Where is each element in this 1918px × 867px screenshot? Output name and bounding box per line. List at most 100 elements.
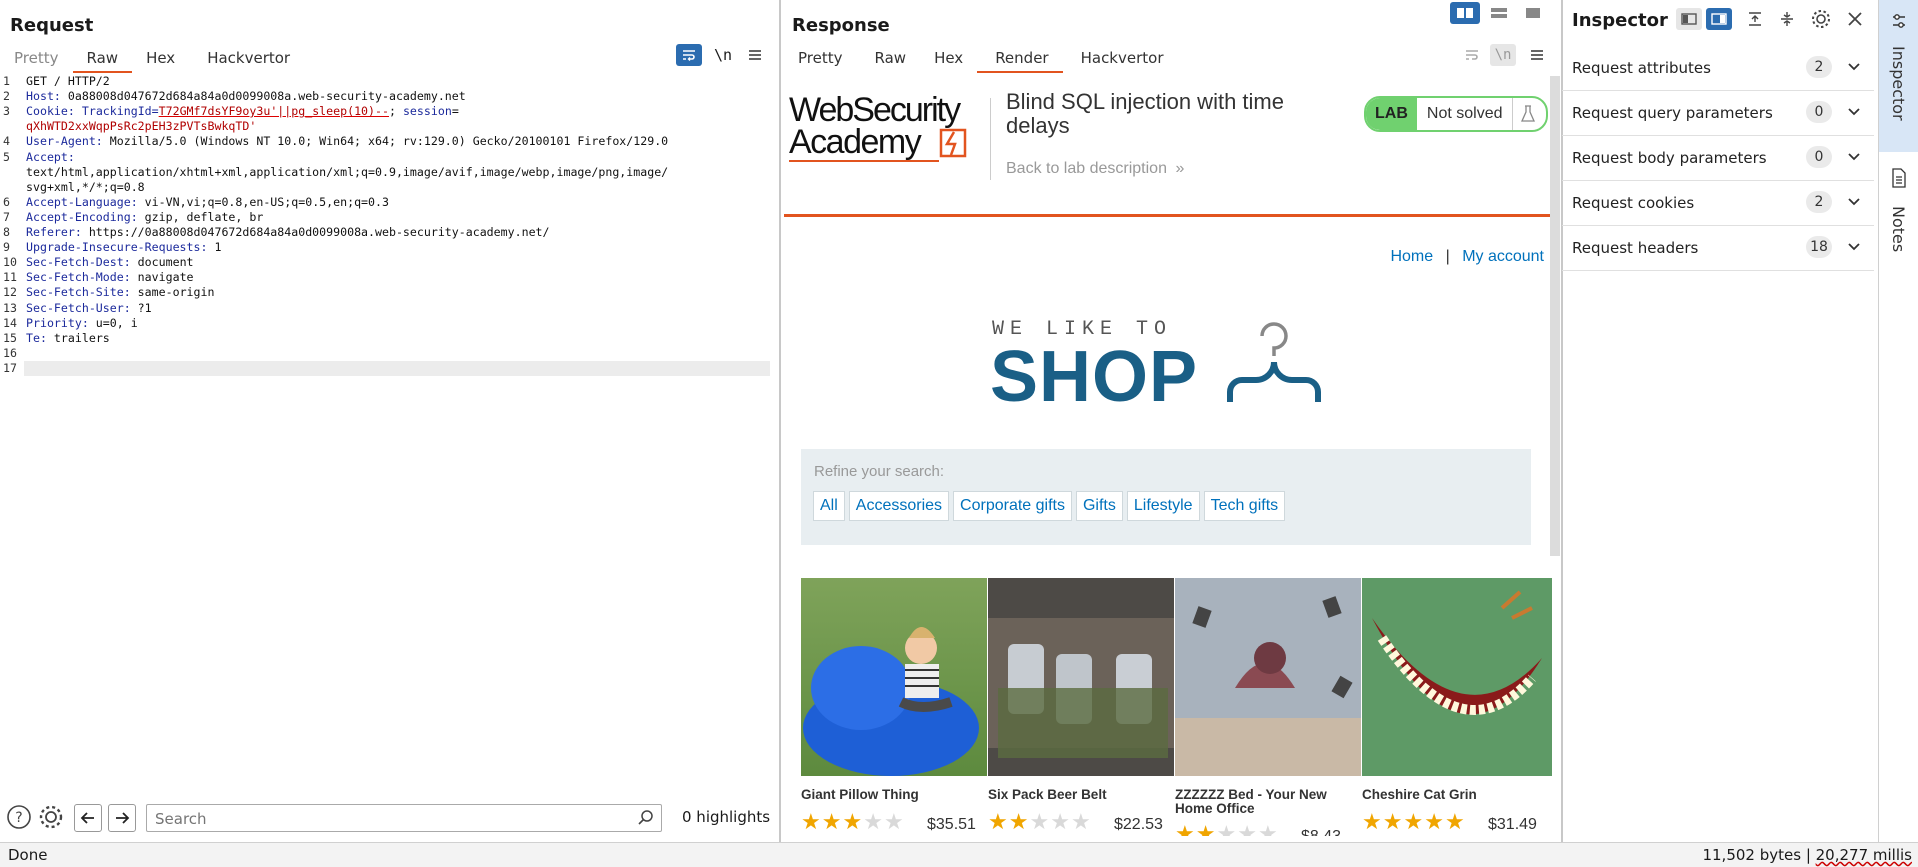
- settings-icon[interactable]: [38, 804, 64, 834]
- count-badge: 0: [1806, 146, 1832, 168]
- filter-gifts[interactable]: Gifts: [1075, 491, 1123, 521]
- header-value: trailers: [46, 330, 110, 345]
- back-link[interactable]: Back to lab description »: [1006, 160, 1184, 178]
- inspector-layout-right-icon[interactable]: [1706, 8, 1732, 30]
- inspector-icon: [1893, 14, 1905, 28]
- payload-text: T72GMf7dsYF9oy3u'||pg_sleep(10)--: [158, 104, 389, 119]
- help-icon[interactable]: ?: [6, 804, 32, 834]
- code-line: Sec-Fetch-Mode: navigate: [26, 270, 194, 285]
- tab-render[interactable]: Render: [977, 45, 1063, 73]
- line-number: 17: [3, 360, 17, 375]
- double-chevron-icon: »: [1175, 160, 1185, 177]
- product-image-cheshire-grin[interactable]: [1362, 578, 1552, 776]
- layout-tabs-icon[interactable]: [1518, 2, 1548, 24]
- product-name[interactable]: ZZZZZZ Bed - Your New Home Office: [1175, 788, 1327, 816]
- tab-pretty[interactable]: Pretty: [784, 45, 857, 71]
- inspector-section[interactable]: Request headers 18: [1562, 226, 1874, 271]
- collapse-all-icon[interactable]: [1774, 8, 1800, 30]
- gear-icon[interactable]: [1808, 8, 1834, 30]
- product-image-pillow[interactable]: [801, 578, 987, 776]
- header-value: ?1: [130, 300, 152, 315]
- line-number: 16: [3, 345, 17, 360]
- tab-raw[interactable]: Raw: [72, 45, 133, 73]
- filter-all[interactable]: All: [813, 491, 845, 521]
- tab-raw[interactable]: Raw: [857, 45, 921, 71]
- inspector-layout-left-icon[interactable]: [1676, 8, 1702, 30]
- search-box[interactable]: [146, 804, 662, 832]
- star-empty-icon: ★: [1070, 810, 1092, 835]
- tab-hex[interactable]: Hex: [920, 45, 977, 71]
- count-badge: 2: [1806, 56, 1832, 78]
- layout-stacked-icon[interactable]: [1484, 2, 1514, 24]
- star-filled-icon: ★: [1195, 822, 1217, 836]
- layout-side-by-side-icon[interactable]: [1450, 2, 1480, 24]
- product-name[interactable]: Cheshire Cat Grin: [1362, 788, 1477, 802]
- search-input[interactable]: [153, 807, 617, 831]
- close-icon[interactable]: [1842, 8, 1868, 30]
- rendered-page: WebSecurity Academy Blind SQL injection …: [784, 74, 1560, 836]
- filter-accessories[interactable]: Accessories: [848, 491, 950, 521]
- header-name: Sec-Fetch-Site:: [26, 285, 131, 300]
- tab-hex[interactable]: Hex: [132, 45, 189, 71]
- code-line: Sec-Fetch-Dest: document: [26, 255, 194, 270]
- header-name: Cookie:: [26, 104, 75, 119]
- inspector-section[interactable]: Request query parameters 0: [1562, 91, 1874, 136]
- inspector-title: Inspector: [1572, 10, 1668, 31]
- inspector-section[interactable]: Request attributes 2: [1562, 46, 1874, 91]
- tab-hackvertor[interactable]: Hackvertor: [189, 45, 304, 71]
- product-image-zzzzzz-bed[interactable]: [1175, 578, 1361, 776]
- code-line: Referer: https://0a88008d047672d684a84a0…: [26, 225, 550, 240]
- code-line: Cookie: TrackingId=T72GMf7dsYF9oy3u'||pg…: [26, 104, 459, 119]
- flask-icon: [1512, 98, 1543, 130]
- product-price: $22.53: [1114, 816, 1163, 833]
- nav-my-account[interactable]: My account: [1462, 248, 1544, 265]
- sidebar-notes-label: Notes: [1889, 206, 1908, 253]
- forward-arrow-icon[interactable]: [108, 804, 136, 832]
- code-line: Sec-Fetch-User: ?1: [26, 301, 152, 316]
- wrap-lines-icon[interactable]: [1459, 44, 1485, 66]
- line-number: 5: [3, 149, 10, 164]
- sidebar-tab-notes[interactable]: Notes: [1879, 162, 1918, 272]
- newline-toggle[interactable]: \n: [714, 46, 732, 64]
- filter-corporate-gifts[interactable]: Corporate gifts: [953, 491, 1072, 521]
- sidebar-tab-inspector[interactable]: Inspector: [1879, 0, 1918, 152]
- product-image-beer-belt[interactable]: [988, 578, 1174, 776]
- back-arrow-icon[interactable]: [74, 804, 102, 832]
- header-name: Referer:: [26, 225, 82, 239]
- render-scrollbar[interactable]: [1550, 76, 1560, 556]
- product-rating: ★★★★★: [988, 810, 1092, 835]
- chevron-down-icon: [1848, 198, 1860, 206]
- header-value: document: [130, 255, 194, 270]
- inspector-section[interactable]: Request body parameters 0: [1562, 136, 1874, 181]
- request-editor[interactable]: 1 GET / HTTP/2 2 Host: 0a88008d047672d684a8…: [0, 74, 778, 794]
- inspector-section[interactable]: Request cookies 2: [1562, 181, 1874, 226]
- wrap-lines-icon[interactable]: [676, 44, 702, 66]
- star-empty-icon: ★: [1050, 810, 1071, 835]
- separator: =: [451, 104, 459, 119]
- newline-icon[interactable]: \n: [1490, 44, 1516, 66]
- line-number: 15: [3, 330, 17, 345]
- header-name: Te:: [26, 330, 47, 345]
- section-label: Request cookies: [1572, 194, 1695, 212]
- tab-pretty[interactable]: Pretty: [0, 45, 73, 71]
- star-empty-icon: ★: [1216, 822, 1238, 836]
- header-value: text/html,application/xhtml+xml,applicat…: [26, 164, 669, 179]
- menu-icon[interactable]: [742, 44, 768, 66]
- product-name[interactable]: Giant Pillow Thing: [801, 788, 919, 802]
- tab-hackvertor[interactable]: Hackvertor: [1063, 45, 1178, 71]
- header-value: vi-VN,vi;q=0.8,en-US;q=0.5,en;q=0.3: [137, 194, 389, 209]
- wsa-logo[interactable]: WebSecurity Academy: [789, 93, 967, 162]
- filter-tech-gifts[interactable]: Tech gifts: [1203, 491, 1286, 521]
- expand-all-icon[interactable]: [1742, 8, 1768, 30]
- header-name: Accept:: [26, 149, 75, 164]
- menu-icon[interactable]: [1524, 44, 1550, 66]
- code-line: Te: trailers: [26, 331, 110, 346]
- notes-icon: [1892, 168, 1906, 188]
- line-number: 7: [3, 209, 10, 224]
- header-value: 0a88008d047672d684a84a0d0099008a.web-sec…: [60, 89, 466, 104]
- nav-home[interactable]: Home: [1390, 248, 1433, 265]
- filter-lifestyle[interactable]: Lifestyle: [1126, 491, 1200, 521]
- panel-divider[interactable]: [779, 0, 781, 842]
- product-name[interactable]: Six Pack Beer Belt: [988, 788, 1107, 802]
- response-metrics: 11,502 bytes | 20,277 millis: [1702, 846, 1912, 864]
